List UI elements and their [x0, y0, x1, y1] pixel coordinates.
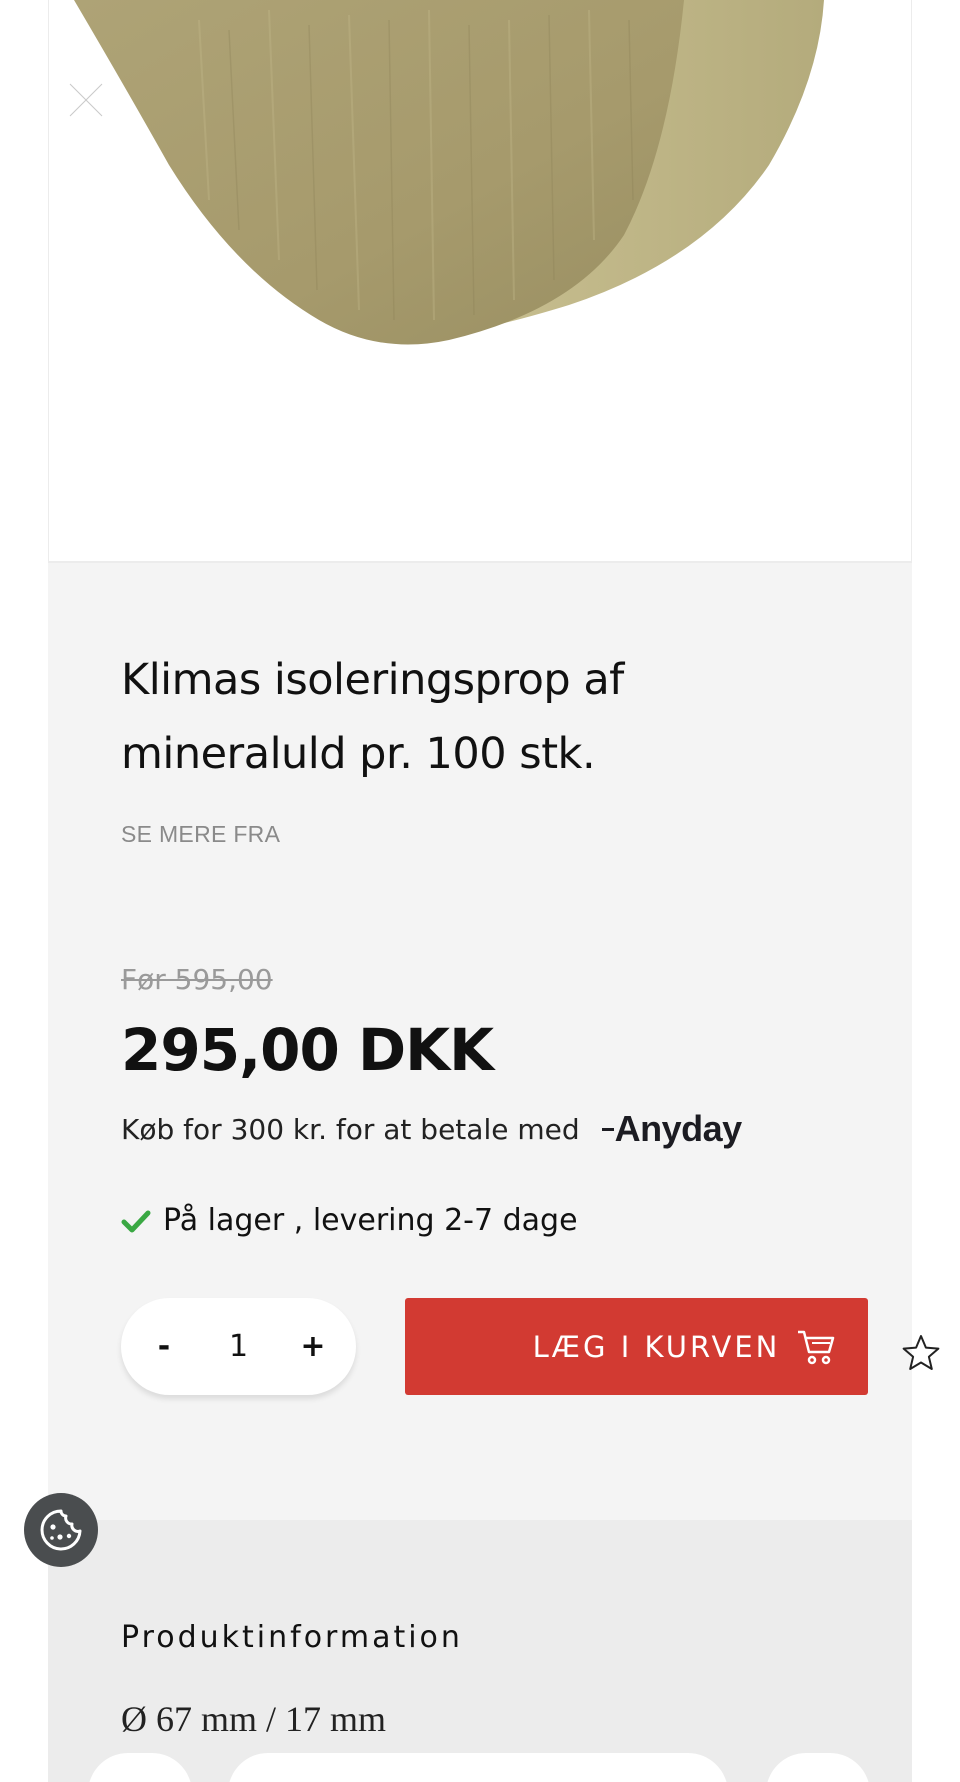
product-info-panel: Klimas isoleringsprop af mineraluld pr. …	[48, 563, 912, 1520]
price: 295,00 DKK	[121, 1016, 494, 1084]
product-image	[74, 0, 824, 345]
check-icon	[121, 1210, 151, 1232]
decrement-button[interactable]: -	[141, 1324, 187, 1370]
close-icon	[68, 82, 104, 118]
add-to-cart-label: LÆG I KURVEN	[532, 1329, 781, 1364]
bottom-control-right[interactable]	[766, 1753, 870, 1782]
product-image-card	[48, 0, 912, 563]
anyday-row: Køb for 300 kr. for at betale med Anyday	[121, 1108, 742, 1150]
anyday-logo-text: Anyday	[614, 1108, 743, 1149]
bottom-control-left[interactable]	[88, 1753, 192, 1782]
see-more-link[interactable]: SE MERE FRA	[121, 821, 280, 848]
old-price: Før 595,00	[121, 963, 273, 996]
stock-status: På lager , levering 2-7 dage	[121, 1203, 578, 1238]
product-title: Klimas isoleringsprop af mineraluld pr. …	[121, 655, 624, 779]
stock-text: På lager , levering 2-7 dage	[163, 1203, 578, 1238]
anyday-logo[interactable]: Anyday	[601, 1108, 743, 1150]
star-outline-icon	[902, 1335, 940, 1370]
product-information-section: Produktinformation Ø 67 mm / 17 mm	[48, 1520, 912, 1782]
quantity-stepper: - 1 +	[121, 1298, 356, 1395]
increment-button[interactable]: +	[290, 1324, 336, 1370]
bottom-control-middle[interactable]	[228, 1753, 728, 1782]
anyday-logo-mark	[601, 1127, 614, 1131]
cart-icon	[798, 1330, 835, 1365]
cookie-icon	[40, 1509, 82, 1551]
cookie-settings-button[interactable]	[24, 1493, 98, 1567]
wishlist-button[interactable]	[898, 1330, 944, 1376]
anyday-text: Køb for 300 kr. for at betale med	[121, 1112, 580, 1146]
add-to-cart-button[interactable]: LÆG I KURVEN	[405, 1298, 868, 1395]
close-button[interactable]	[64, 78, 108, 122]
product-dimensions: Ø 67 mm / 17 mm	[121, 1699, 387, 1739]
quantity-value[interactable]: 1	[229, 1329, 248, 1364]
product-information-title: Produktinformation	[121, 1620, 463, 1655]
